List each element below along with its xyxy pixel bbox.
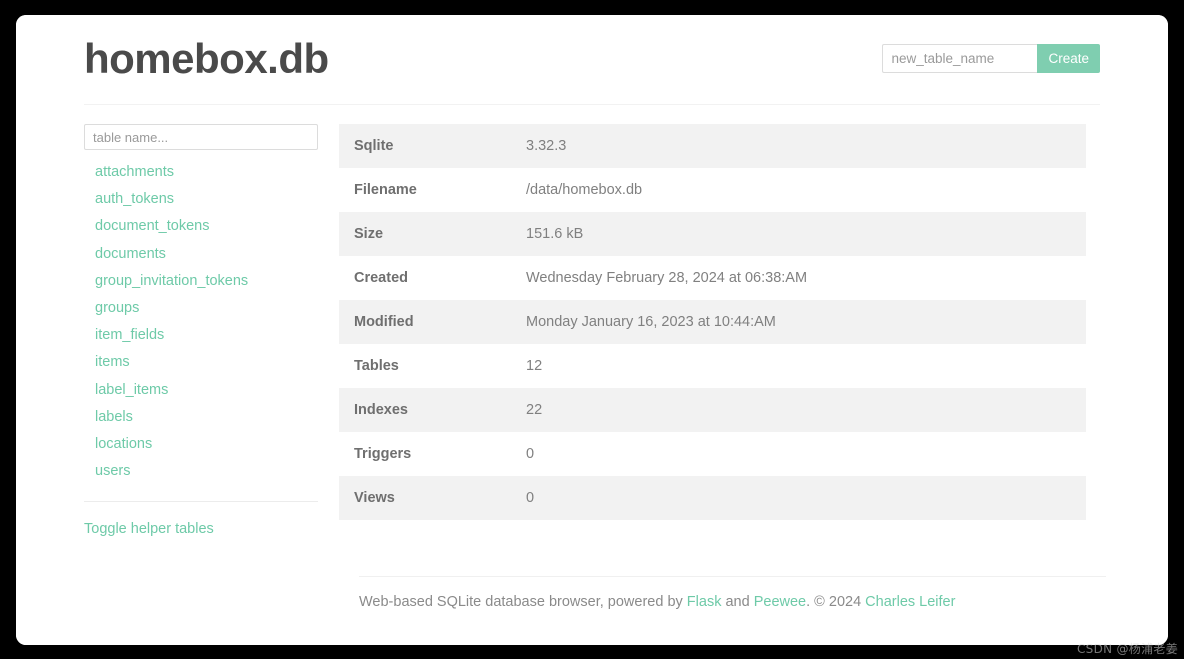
toggle-helper-tables-link[interactable]: Toggle helper tables: [84, 520, 214, 539]
sidebar-item-labels[interactable]: labels: [84, 404, 320, 431]
table-row: Size 151.6 kB: [339, 212, 1086, 256]
list-item: documents: [84, 241, 320, 268]
page-title: homebox.db: [84, 35, 329, 82]
list-item: users: [84, 458, 320, 485]
sidebar-item-items[interactable]: items: [84, 349, 320, 376]
info-value: /data/homebox.db: [526, 168, 1086, 212]
sidebar-item-group-invitation-tokens[interactable]: group_invitation_tokens: [84, 268, 320, 295]
info-value: 12: [526, 344, 1086, 388]
table-row: Modified Monday January 16, 2023 at 10:4…: [339, 300, 1086, 344]
title-divider: [84, 104, 1100, 105]
create-table-form: Create: [882, 44, 1100, 73]
info-value: Wednesday February 28, 2024 at 06:38:AM: [526, 256, 1086, 300]
footer-text-3: . © 2024: [806, 594, 866, 610]
list-item: item_fields: [84, 322, 320, 349]
sidebar-item-auth-tokens[interactable]: auth_tokens: [84, 186, 320, 213]
sidebar-item-label-items[interactable]: label_items: [84, 377, 320, 404]
page-body: homebox.db Create attachments auth_token…: [16, 15, 1168, 645]
info-value: 0: [526, 432, 1086, 476]
sidebar-item-attachments[interactable]: attachments: [84, 159, 320, 186]
info-key: Created: [339, 256, 526, 300]
list-item: labels: [84, 404, 320, 431]
new-table-name-input[interactable]: [882, 44, 1038, 73]
footer: Web-based SQLite database browser, power…: [359, 593, 1119, 612]
table-list: attachments auth_tokens document_tokens …: [84, 159, 320, 485]
sidebar-item-item-fields[interactable]: item_fields: [84, 322, 320, 349]
header-row: homebox.db Create: [84, 15, 1100, 89]
sidebar-item-document-tokens[interactable]: document_tokens: [84, 213, 320, 240]
list-item: groups: [84, 295, 320, 322]
table-row: Filename /data/homebox.db: [339, 168, 1086, 212]
table-filter-input[interactable]: [84, 124, 318, 150]
sidebar-item-documents[interactable]: documents: [84, 241, 320, 268]
sidebar: attachments auth_tokens document_tokens …: [84, 124, 320, 539]
table-row: Tables 12: [339, 344, 1086, 388]
sidebar-item-locations[interactable]: locations: [84, 431, 320, 458]
table-row: Views 0: [339, 476, 1086, 520]
footer-text-2: and: [721, 594, 754, 610]
table-row: Created Wednesday February 28, 2024 at 0…: [339, 256, 1086, 300]
watermark: CSDN @杨浦老姜: [1076, 642, 1178, 656]
info-key: Views: [339, 476, 526, 520]
info-key: Sqlite: [339, 124, 526, 168]
main-panel: Sqlite 3.32.3 Filename /data/homebox.db …: [320, 124, 1106, 539]
screen: homebox.db Create attachments auth_token…: [0, 0, 1184, 659]
info-value: Monday January 16, 2023 at 10:44:AM: [526, 300, 1086, 344]
info-key: Tables: [339, 344, 526, 388]
main-columns: attachments auth_tokens document_tokens …: [84, 124, 1106, 539]
sidebar-item-users[interactable]: users: [84, 458, 320, 485]
table-row: Triggers 0: [339, 432, 1086, 476]
info-key: Indexes: [339, 388, 526, 432]
list-item: auth_tokens: [84, 186, 320, 213]
list-item: attachments: [84, 159, 320, 186]
flask-link[interactable]: Flask: [687, 594, 722, 610]
info-key: Modified: [339, 300, 526, 344]
footer-text-1: Web-based SQLite database browser, power…: [359, 594, 687, 610]
header-area: homebox.db Create: [84, 15, 1100, 105]
info-key: Filename: [339, 168, 526, 212]
peewee-link[interactable]: Peewee: [754, 594, 806, 610]
list-item: label_items: [84, 377, 320, 404]
info-value: 3.32.3: [526, 124, 1086, 168]
browser-card: homebox.db Create attachments auth_token…: [16, 15, 1168, 645]
table-row: Indexes 22: [339, 388, 1086, 432]
author-link[interactable]: Charles Leifer: [865, 594, 955, 610]
table-row: Sqlite 3.32.3: [339, 124, 1086, 168]
list-item: group_invitation_tokens: [84, 268, 320, 295]
list-item: locations: [84, 431, 320, 458]
sidebar-divider: [84, 501, 318, 503]
info-value: 151.6 kB: [526, 212, 1086, 256]
create-button[interactable]: Create: [1037, 44, 1100, 73]
database-info-table: Sqlite 3.32.3 Filename /data/homebox.db …: [339, 124, 1086, 520]
info-key: Triggers: [339, 432, 526, 476]
info-key: Size: [339, 212, 526, 256]
info-value: 22: [526, 388, 1086, 432]
list-item: items: [84, 349, 320, 376]
info-value: 0: [526, 476, 1086, 520]
list-item: document_tokens: [84, 213, 320, 240]
footer-divider: [359, 576, 1106, 577]
sidebar-item-groups[interactable]: groups: [84, 295, 320, 322]
